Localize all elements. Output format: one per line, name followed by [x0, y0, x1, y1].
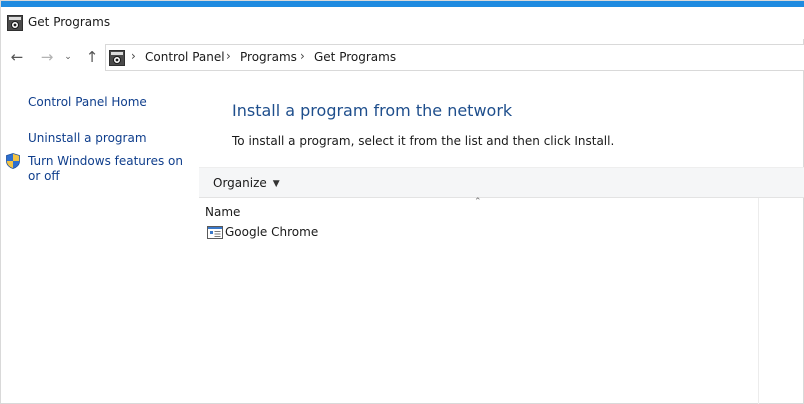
chevron-down-icon[interactable]: ⌄ — [61, 47, 75, 67]
uac-shield-icon — [6, 153, 20, 169]
chevron-right-icon[interactable]: › — [300, 49, 305, 63]
control-panel-icon — [7, 15, 23, 31]
window-title: Get Programs — [28, 15, 111, 29]
tasks-sidebar: Control Panel Home Uninstall a program T… — [1, 75, 199, 404]
control-panel-home-link[interactable]: Control Panel Home — [28, 95, 147, 110]
command-toolbar: Organize ▼ — [199, 167, 804, 198]
arrow-right-icon[interactable]: → — [37, 47, 57, 67]
list-item[interactable]: Google Chrome — [206, 225, 406, 243]
breadcrumb-control-panel[interactable]: Control Panel — [145, 50, 225, 64]
sort-ascending-icon: ⌃ — [474, 197, 482, 207]
control-panel-icon — [109, 50, 125, 66]
navigation-bar: ← → ⌄ ↑ › Control Panel › Programs › Get… — [1, 41, 804, 74]
breadcrumb-get-programs[interactable]: Get Programs — [314, 50, 396, 64]
program-name: Google Chrome — [225, 225, 319, 239]
windows-features-link[interactable]: Turn Windows features on or off — [28, 154, 193, 184]
program-installer-icon — [207, 226, 223, 239]
breadcrumb-programs[interactable]: Programs — [240, 50, 297, 64]
main-content: Install a program from the network To in… — [199, 75, 804, 404]
chevron-right-icon[interactable]: › — [226, 49, 231, 63]
organize-button[interactable]: Organize ▼ — [213, 176, 280, 190]
column-header-name[interactable]: Name — [205, 205, 240, 219]
chevron-right-icon[interactable]: › — [131, 49, 136, 63]
title-bar[interactable]: Get Programs — [1, 7, 804, 39]
arrow-left-icon[interactable]: ← — [7, 47, 27, 67]
instruction-text: To install a program, select it from the… — [232, 134, 615, 148]
arrow-up-icon[interactable]: ↑ — [82, 47, 102, 67]
page-title: Install a program from the network — [232, 101, 513, 120]
organize-label: Organize — [213, 176, 267, 190]
column-divider[interactable] — [758, 198, 759, 404]
caret-down-icon: ▼ — [272, 179, 280, 189]
uninstall-program-link[interactable]: Uninstall a program — [28, 131, 147, 146]
address-bar[interactable]: › Control Panel › Programs › Get Program… — [105, 44, 804, 71]
get-programs-window: Get Programs ← → ⌄ ↑ › Control Panel › P… — [0, 0, 804, 404]
